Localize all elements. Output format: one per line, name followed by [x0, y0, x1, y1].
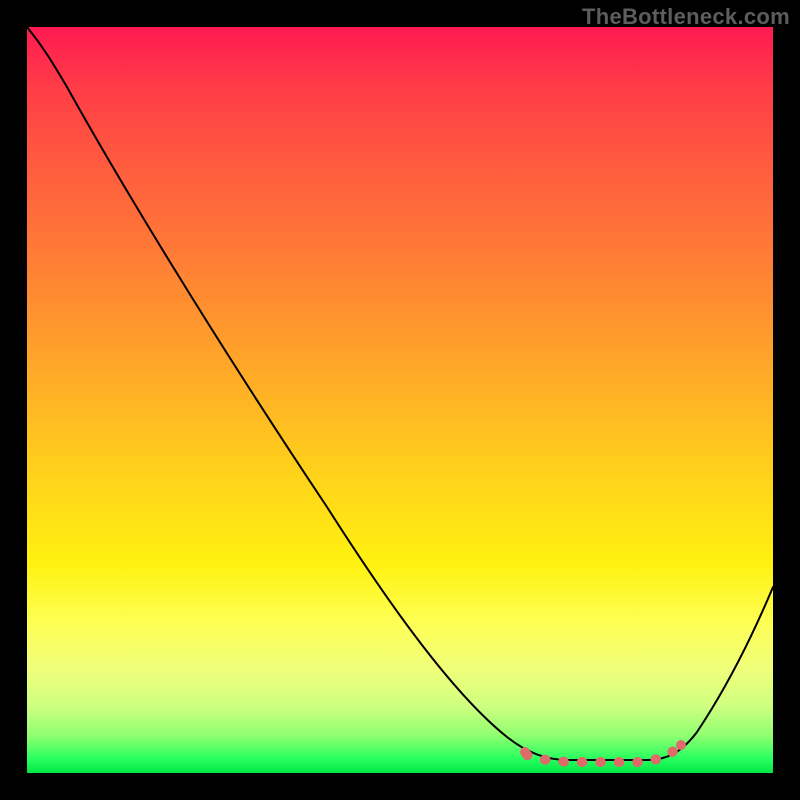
plot-area: [27, 27, 773, 773]
chart-frame: TheBottleneck.com: [0, 0, 800, 800]
bottleneck-curve: [27, 27, 773, 760]
optimum-highlight-dots: [527, 747, 679, 762]
highlight-end-right: [676, 740, 686, 750]
chart-svg: [27, 27, 773, 773]
highlight-end-left: [520, 747, 530, 757]
watermark-text: TheBottleneck.com: [582, 4, 790, 30]
